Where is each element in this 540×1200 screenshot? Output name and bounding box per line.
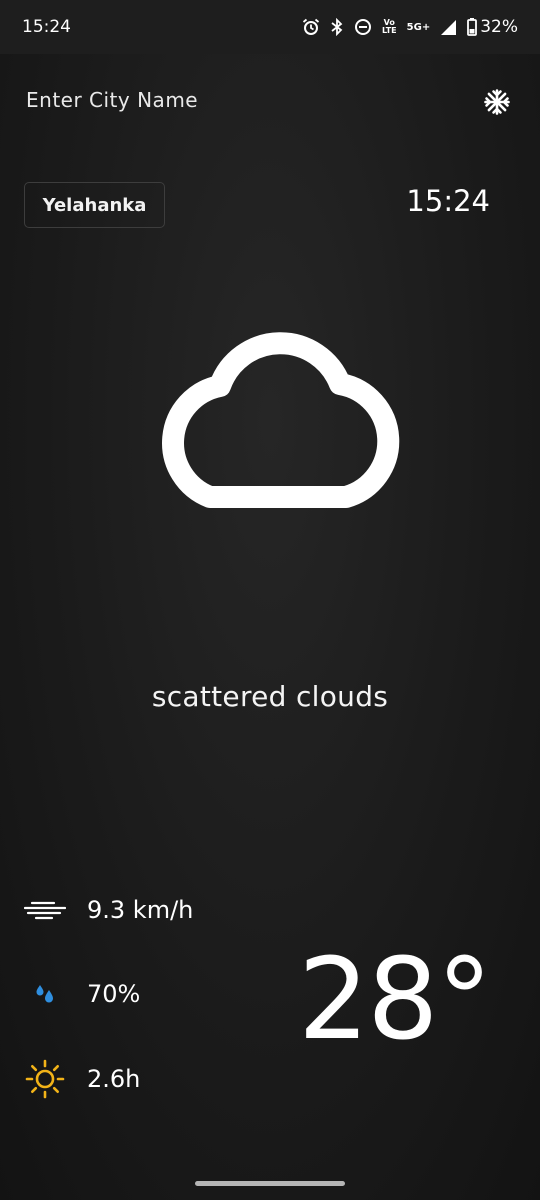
city-search-input[interactable] [26, 84, 406, 116]
humidity-value: 70% [87, 980, 141, 1008]
weather-description: scattered clouds [151, 680, 389, 713]
wind-speed: 9.3 km/h [87, 896, 194, 924]
weather-app-screen: 15:24 Vo LTE 5G+ 32% Enter City Name Yel… [0, 0, 540, 1200]
battery-percent: 32% [480, 17, 518, 37]
signal-icon [441, 19, 457, 35]
humidity-stat: 70% [24, 973, 140, 1015]
status-icons: Vo LTE 5G+ 32% [302, 17, 518, 37]
alarm-icon [302, 18, 320, 35]
wind-icon [24, 889, 66, 931]
temperature: 28° [298, 935, 493, 1065]
bluetooth-icon [331, 18, 343, 36]
cloud-icon [162, 332, 400, 508]
city-name: Yelahanka [42, 194, 147, 216]
water-drop-icon [24, 973, 66, 1015]
do-not-disturb-icon [354, 19, 371, 35]
sunshine-stat: 2.6h [24, 1058, 140, 1100]
wind-stat: 9.3 km/h [24, 889, 193, 931]
network-type: 5G+ [406, 21, 431, 33]
battery-indicator: 32% [467, 17, 518, 37]
snowflake-icon [484, 89, 510, 115]
status-bar: 15:24 Vo LTE 5G+ 32% [0, 0, 540, 54]
city-chip[interactable]: Yelahanka [24, 182, 165, 228]
status-time: 15:24 [22, 17, 71, 37]
volte-indicator: Vo LTE [381, 18, 397, 35]
navigation-handle[interactable] [195, 1181, 345, 1186]
unit-toggle-button[interactable] [481, 86, 513, 118]
sun-icon [24, 1058, 66, 1100]
sunshine-hours: 2.6h [87, 1065, 141, 1093]
battery-icon [467, 18, 478, 36]
local-time: 15:24 [406, 184, 490, 218]
